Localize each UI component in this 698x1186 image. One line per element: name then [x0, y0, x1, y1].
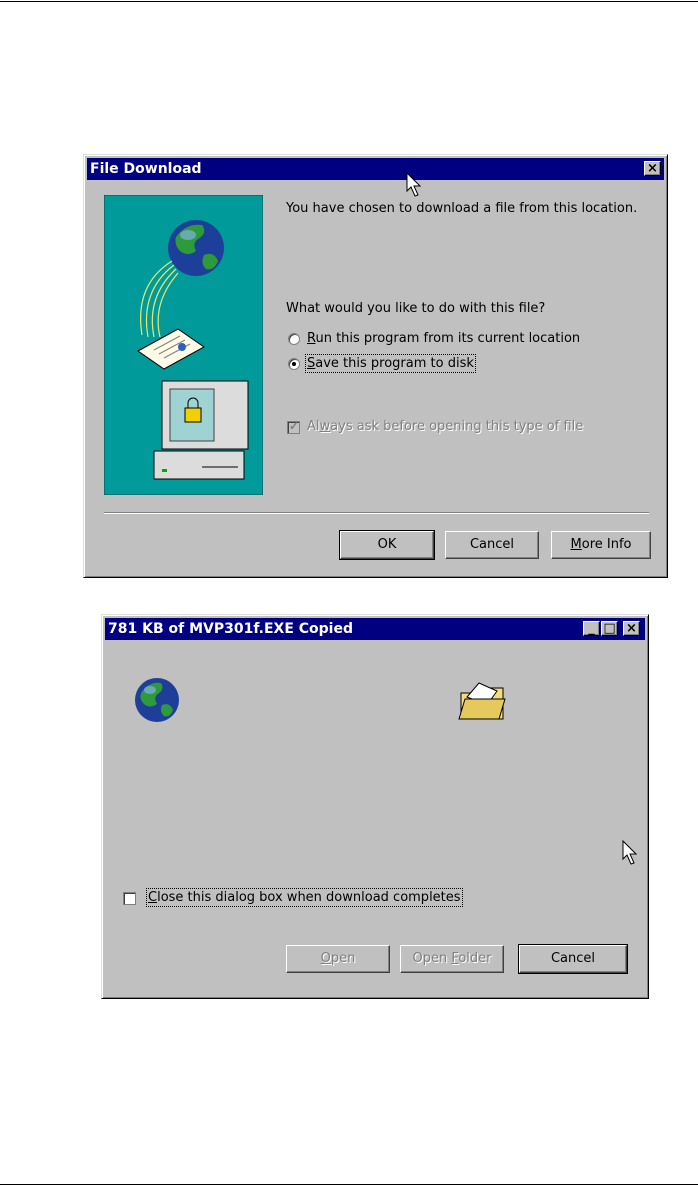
file-download-title: File Download: [90, 161, 202, 177]
more-info-button[interactable]: More Info: [551, 531, 651, 559]
download-question: What would you like to do with this file…: [286, 301, 546, 316]
close-button[interactable]: ×: [644, 161, 661, 176]
ok-button[interactable]: OK: [339, 530, 435, 560]
file-download-titlebar[interactable]: File Download ×: [87, 158, 664, 180]
open-button[interactable]: Open: [286, 945, 390, 973]
globe-icon: [135, 678, 179, 722]
close-icon: ×: [647, 161, 658, 176]
close-when-done-indicator[interactable]: [123, 892, 136, 905]
always-ask-indicator[interactable]: ✓: [287, 419, 300, 434]
close-when-done-label: Close this dialog box when download comp…: [146, 888, 463, 907]
always-ask-label: Always ask before opening this type of f…: [307, 419, 584, 434]
progress-title: 781 KB of MVP301f.EXE Copied: [108, 621, 353, 637]
progress-titlebar[interactable]: 781 KB of MVP301f.EXE Copied _ □ ×: [105, 618, 645, 640]
mouse-cursor-icon: [406, 172, 422, 197]
minimize-icon: _: [588, 621, 595, 636]
close-button[interactable]: ×: [623, 621, 640, 636]
file-download-dialog: File Download × You have chosen to downl…: [83, 154, 668, 578]
download-progress-dialog: 781 KB of MVP301f.EXE Copied _ □ × Close…: [101, 614, 649, 999]
globe-icon: [168, 220, 224, 276]
radio-run-indicator[interactable]: [288, 333, 300, 345]
folder-icon: [458, 682, 506, 720]
mouse-cursor-icon: [622, 840, 638, 865]
radio-save-label: Save this program to disk: [305, 354, 476, 373]
radio-run-label: Run this program from its current locati…: [307, 331, 581, 346]
open-folder-button[interactable]: Open Folder: [400, 945, 504, 973]
maximize-icon: □: [603, 621, 616, 636]
radio-run-program[interactable]: Run this program from its current locati…: [288, 331, 588, 349]
bottom-rule: [0, 1184, 698, 1185]
separator: [104, 512, 649, 514]
computer-lock-icon: [153, 380, 249, 480]
radio-save-indicator[interactable]: [288, 358, 300, 370]
cancel-button[interactable]: Cancel: [445, 531, 539, 559]
minimize-button[interactable]: _: [583, 621, 600, 636]
checkmark-icon: ✓: [289, 419, 300, 433]
maximize-button[interactable]: □: [601, 621, 618, 636]
always-ask-checkbox[interactable]: ✓ Always ask before opening this type of…: [287, 419, 587, 437]
download-message: You have chosen to download a file from …: [286, 201, 638, 216]
radio-save-program[interactable]: Save this program to disk: [288, 354, 508, 374]
close-icon: ×: [626, 621, 637, 636]
close-when-done-checkbox[interactable]: Close this dialog box when download comp…: [123, 888, 483, 908]
cancel-button[interactable]: Cancel: [518, 944, 628, 974]
download-illustration: [104, 195, 263, 495]
top-rule: [0, 1, 698, 2]
